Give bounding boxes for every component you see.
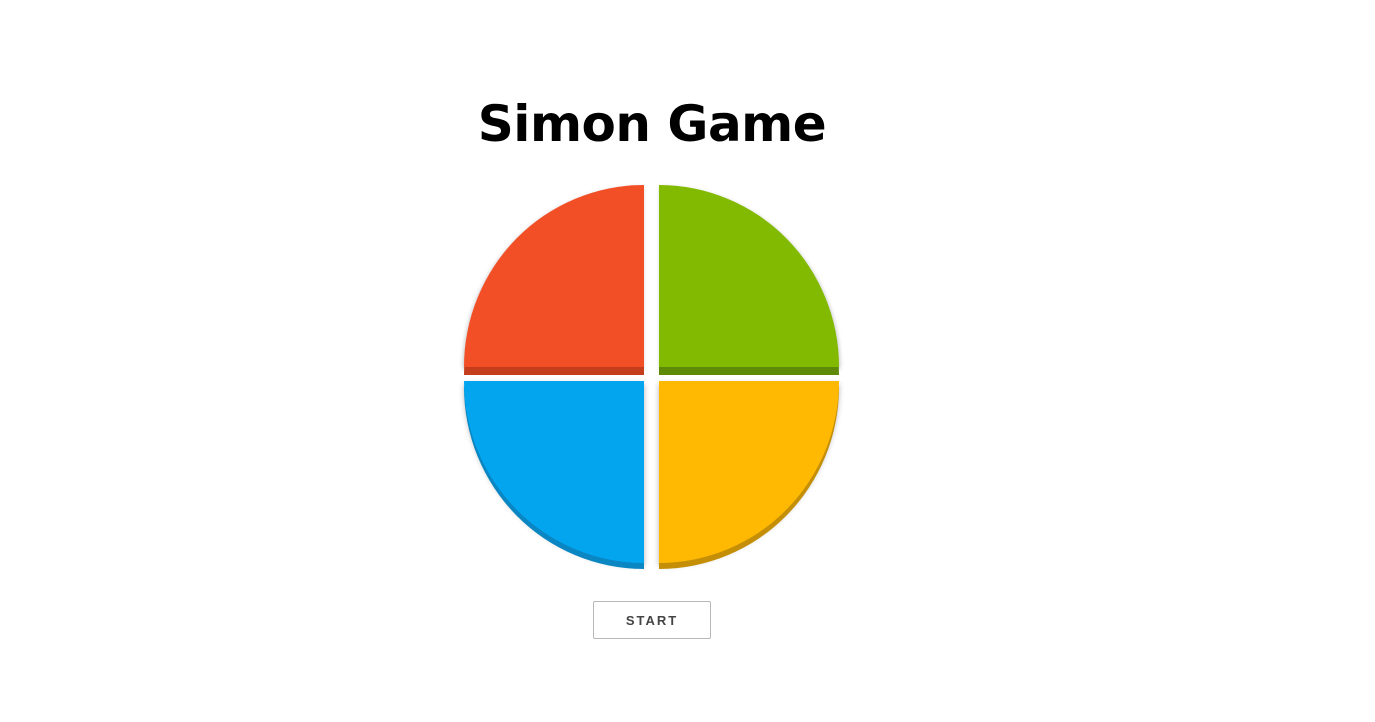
start-button[interactable]: START (593, 601, 711, 639)
yellow-pad[interactable] (659, 381, 839, 563)
green-pad[interactable] (659, 185, 839, 367)
blue-pad[interactable] (464, 381, 644, 563)
red-pad[interactable] (464, 185, 644, 367)
page-title: Simon Game (477, 95, 827, 153)
simon-board (462, 185, 844, 573)
game-page: Simon Game START (0, 0, 1375, 722)
